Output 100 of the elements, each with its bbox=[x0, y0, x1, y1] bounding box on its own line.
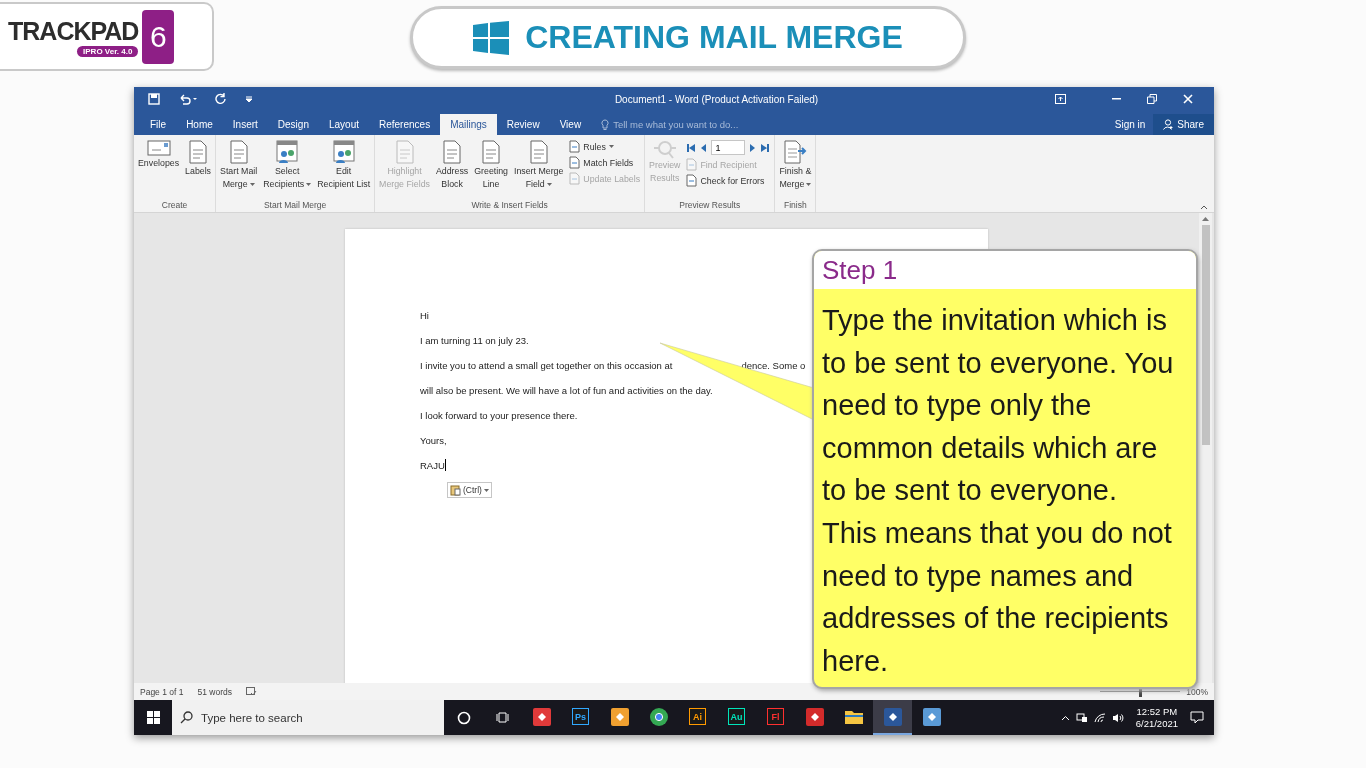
document-text: I am turning 11 on july 23. bbox=[420, 334, 529, 347]
group-label: Write & Insert Fields bbox=[470, 200, 549, 212]
ribbon-tab[interactable]: Design bbox=[267, 114, 319, 135]
proofing-icon[interactable] bbox=[246, 687, 257, 696]
document-icon bbox=[187, 139, 210, 165]
ribbon-tab[interactable]: File bbox=[140, 114, 177, 135]
taskbar-app[interactable]: Ai bbox=[678, 700, 717, 735]
ribbon-display-icon[interactable] bbox=[1054, 94, 1066, 104]
notification-icon[interactable] bbox=[1190, 711, 1204, 724]
document-text: RAJU bbox=[420, 459, 445, 472]
circle-icon[interactable] bbox=[456, 710, 471, 725]
search-icon bbox=[180, 711, 193, 724]
document-icon bbox=[393, 139, 416, 165]
taskbar-app[interactable]: Fl bbox=[756, 700, 795, 735]
document-icon bbox=[527, 139, 550, 165]
clipboard-icon bbox=[450, 484, 461, 496]
word-count: 51 words bbox=[197, 686, 232, 697]
document-text: Yours, bbox=[420, 434, 447, 447]
group-label: Start Mail Merge bbox=[262, 200, 328, 212]
ribbon-button[interactable]: Labels bbox=[183, 137, 214, 180]
ribbon-button[interactable]: Check for Errors bbox=[684, 173, 773, 188]
logo-number: 6 bbox=[142, 9, 175, 64]
taskbar-app[interactable]: Au bbox=[717, 700, 756, 735]
document-icon bbox=[686, 158, 698, 171]
document-icon bbox=[441, 139, 464, 165]
zoom-level: 100% bbox=[1186, 686, 1208, 697]
ribbon-tab[interactable]: Insert bbox=[222, 114, 268, 135]
redo-icon[interactable] bbox=[215, 93, 227, 105]
step-heading: Step 1 bbox=[814, 251, 1196, 289]
ribbon-button[interactable]: Address Block bbox=[433, 137, 471, 193]
sign-in-link[interactable]: Sign in bbox=[1106, 114, 1154, 135]
search-field[interactable]: Type here to search bbox=[172, 700, 444, 735]
group-label: Finish bbox=[783, 200, 808, 212]
task-view-icon[interactable] bbox=[495, 711, 510, 724]
close-icon[interactable] bbox=[1183, 94, 1193, 104]
document-text: I invite you to attend a small get together on this occasion at bbox=[420, 359, 673, 372]
undo-icon[interactable] bbox=[178, 93, 197, 105]
paste-options-button[interactable]: (Ctrl) bbox=[447, 482, 492, 498]
app-icon: Au bbox=[728, 708, 745, 725]
volume-icon[interactable] bbox=[1111, 712, 1124, 723]
app-icon: Ps bbox=[572, 708, 589, 725]
document-icon bbox=[480, 139, 503, 165]
lightbulb-icon bbox=[601, 118, 610, 131]
ribbon-button[interactable]: Envelopes bbox=[136, 137, 182, 172]
ribbon-button[interactable]: Start Mail Merge bbox=[218, 137, 260, 193]
window-title: Document1 - Word (Product Activation Failed) bbox=[613, 93, 820, 105]
people-list-icon bbox=[331, 139, 356, 165]
group-label: Create bbox=[160, 200, 189, 212]
windows-logo-icon bbox=[473, 20, 510, 55]
ribbon-tab[interactable]: Mailings bbox=[440, 114, 497, 135]
minimize-icon[interactable] bbox=[1111, 98, 1121, 100]
document-icon bbox=[569, 140, 581, 153]
previous-record-icon[interactable] bbox=[700, 142, 708, 153]
vertical-scrollbar[interactable] bbox=[1199, 213, 1212, 683]
page-count: Page 1 of 1 bbox=[140, 686, 184, 697]
caret-icon bbox=[483, 488, 489, 492]
ribbon-tab[interactable]: View bbox=[549, 114, 592, 135]
document-text: will also be present. We will have a lot of fun and activities on the day. bbox=[420, 384, 713, 397]
scroll-up-icon[interactable] bbox=[1202, 217, 1209, 221]
ribbon-button[interactable]: Rules bbox=[567, 139, 643, 154]
collapse-ribbon-icon[interactable] bbox=[1200, 205, 1208, 210]
chevron-up-icon[interactable] bbox=[1060, 714, 1070, 721]
ribbon-button[interactable]: Finish & Merge bbox=[777, 137, 814, 193]
network-icon[interactable] bbox=[1075, 712, 1088, 723]
ribbon-button[interactable]: Insert Merge Field bbox=[511, 137, 566, 193]
ribbon-tab[interactable]: Review bbox=[496, 114, 550, 135]
share-button[interactable]: Share bbox=[1153, 114, 1214, 135]
document-text: Hi bbox=[420, 309, 429, 322]
taskbar-app[interactable]: Ps bbox=[561, 700, 600, 735]
ribbon-button[interactable]: Edit Recipient List bbox=[315, 137, 373, 193]
document-icon bbox=[227, 139, 250, 165]
callout-text: Type the invitation which is to be sent to everyone. You need to type only the common details which are to be sent to everyone. This means that you do not need to type names and addresses of the recipients here. bbox=[821, 303, 1175, 679]
wifi-icon[interactable] bbox=[1093, 712, 1106, 723]
person-icon bbox=[1163, 119, 1175, 130]
last-record-icon[interactable] bbox=[760, 142, 771, 153]
ribbon-tab[interactable]: Home bbox=[176, 114, 223, 135]
document-icon bbox=[686, 174, 698, 187]
clock[interactable]: 12:52 PM 6/21/2021 bbox=[1129, 705, 1184, 730]
ribbon-button[interactable]: Match Fields bbox=[567, 155, 643, 170]
ribbon-button[interactable]: Select Recipients bbox=[261, 137, 314, 193]
first-record-icon[interactable] bbox=[686, 142, 697, 153]
record-field[interactable]: 1 bbox=[711, 140, 746, 155]
ribbon-button[interactable]: Greeting Line bbox=[472, 137, 510, 193]
tell-me-field[interactable]: Tell me what you want to do... bbox=[591, 114, 1107, 135]
start-icon[interactable] bbox=[146, 711, 160, 724]
ribbon-tab[interactable]: Layout bbox=[318, 114, 369, 135]
app-icon: Fl bbox=[767, 708, 784, 725]
app-icon: Ai bbox=[689, 708, 706, 725]
people-list-icon bbox=[275, 139, 300, 165]
document-arrow-icon bbox=[782, 139, 809, 165]
document-icon bbox=[569, 156, 581, 169]
next-record-icon[interactable] bbox=[749, 142, 757, 153]
restore-icon[interactable] bbox=[1147, 94, 1157, 104]
version-badge: IPRO Ver. 4.0 bbox=[77, 45, 139, 57]
document-text: I look forward to your presence there. bbox=[420, 409, 578, 422]
save-icon[interactable] bbox=[148, 93, 160, 105]
group-label: Preview Results bbox=[678, 200, 742, 212]
logo-name: TRACKPAD bbox=[8, 16, 139, 46]
ribbon-tab[interactable]: References bbox=[369, 114, 441, 135]
customize-icon[interactable] bbox=[245, 95, 253, 103]
